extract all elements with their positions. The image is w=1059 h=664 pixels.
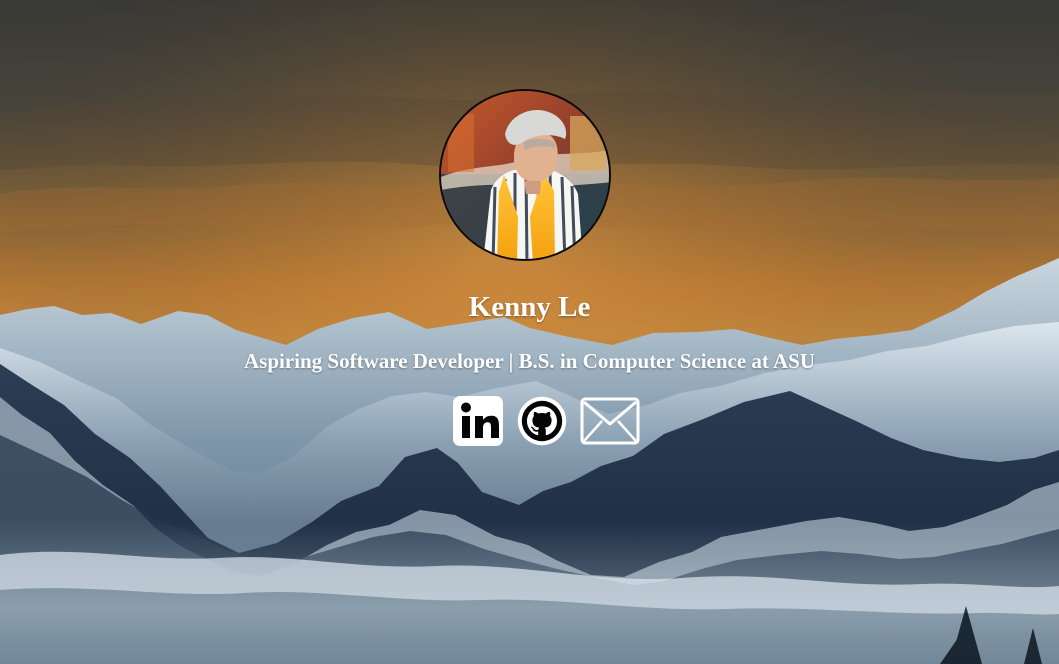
- profile-name: Kenny Le: [468, 291, 591, 323]
- linkedin-link[interactable]: [452, 395, 504, 447]
- mail-icon: [580, 397, 640, 445]
- email-link[interactable]: [580, 396, 640, 446]
- github-link[interactable]: [516, 395, 568, 447]
- linkedin-icon: [453, 396, 503, 446]
- profile-tagline: Aspiring Software Developer | B.S. in Co…: [243, 349, 816, 373]
- github-icon: [517, 396, 567, 446]
- hero-section: Kenny Le Aspiring Software Developer | B…: [0, 0, 1059, 664]
- social-links: [451, 394, 641, 448]
- profile-avatar: [439, 89, 611, 261]
